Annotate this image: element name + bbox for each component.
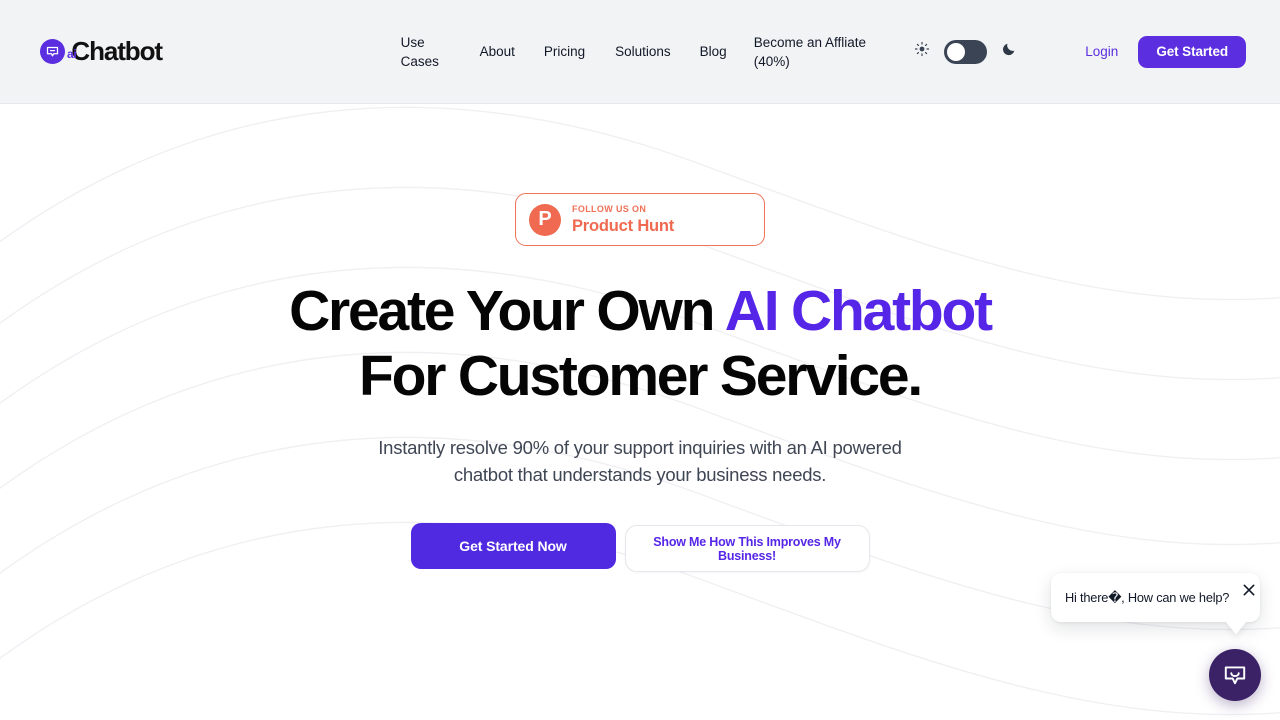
chat-launcher-button[interactable] [1209,649,1261,701]
nav-item-about[interactable]: About [480,42,515,61]
product-hunt-kicker: FOLLOW US ON [572,203,647,214]
chat-greeting-bubble[interactable]: Hi there�, How can we help? [1051,573,1260,622]
product-hunt-title: Product Hunt [572,216,675,235]
product-hunt-text: FOLLOW US ON Product Hunt [572,203,675,235]
header-actions: Login Get Started [1085,35,1246,68]
landing-page: ai Chatbot Use Cases About Pricing Solut… [0,0,1280,720]
get-started-button[interactable]: Get Started [1138,35,1246,68]
site-header: ai Chatbot Use Cases About Pricing Solut… [0,0,1280,104]
hero-headline-line2: For Customer Service. [358,344,923,408]
logo-wordmark: Chatbot [71,36,163,66]
nav-item-solutions[interactable]: Solutions [615,42,671,61]
logo-chat-bubble-icon [40,39,65,64]
hero-headline-line1-accent: AI Chatbot [724,279,993,343]
brand-logo[interactable]: ai Chatbot [40,36,370,67]
logo-ai-mark: ai [67,46,77,61]
show-me-how-button[interactable]: Show Me How This Improves My Business! [624,525,870,572]
product-hunt-icon: P [529,203,561,236]
hero-headline: Create Your Own AI Chatbot For Customer … [0,283,1280,408]
hero-headline-line1-plain: Create Your Own [289,279,725,343]
hero-subtitle: Instantly resolve 90% of your support in… [378,437,902,485]
nav-item-pricing[interactable]: Pricing [544,42,585,61]
theme-toggle[interactable] [944,39,988,64]
get-started-now-button[interactable]: Get Started Now [410,523,616,569]
hero-section: P FOLLOW US ON Product Hunt Create Your … [0,104,1280,572]
chat-bubble-icon [1224,666,1246,685]
hero-cta-row: Get Started Now Show Me How This Improve… [0,523,1280,572]
login-link[interactable]: Login [1085,44,1118,59]
product-hunt-badge[interactable]: P FOLLOW US ON Product Hunt [515,193,765,246]
chat-greeting-text: Hi there�, How can we help? [1065,589,1230,605]
theme-switcher [914,39,1017,64]
main-navigation: Use Cases About Pricing Solutions Blog B… [370,33,902,71]
nav-item-affiliate[interactable]: Become an Affliate (40%) [754,33,872,71]
close-icon[interactable] [1241,582,1257,598]
sun-icon[interactable] [914,41,930,62]
moon-icon[interactable] [1001,41,1017,62]
nav-item-blog[interactable]: Blog [700,42,727,61]
nav-item-use-cases[interactable]: Use Cases [401,33,467,71]
theme-toggle-knob [947,42,966,61]
